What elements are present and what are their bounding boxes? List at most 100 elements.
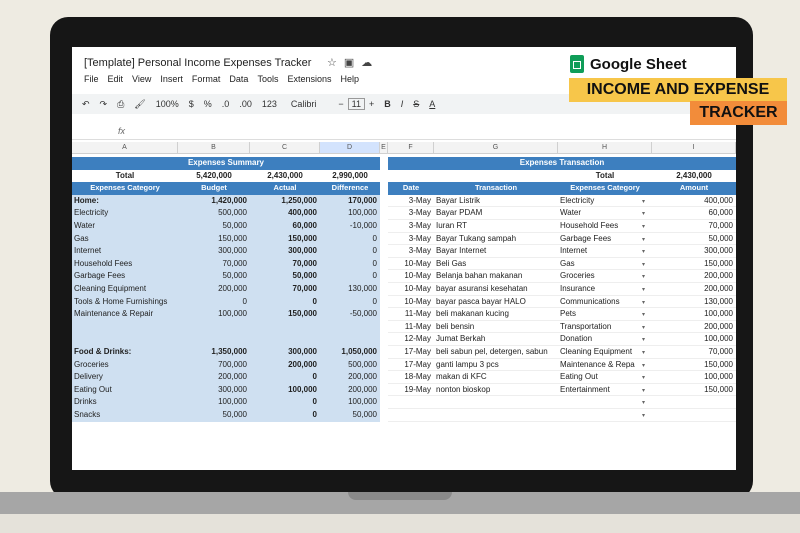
summary-category[interactable] bbox=[72, 333, 178, 346]
undo-icon[interactable]: ↶ bbox=[82, 99, 90, 110]
transaction-amount[interactable]: 130,000 bbox=[652, 296, 736, 309]
summary-actual[interactable]: 70,000 bbox=[250, 257, 320, 271]
transaction-category[interactable]: Entertainment bbox=[558, 384, 652, 397]
summary-actual[interactable]: 70,000 bbox=[250, 283, 320, 296]
transaction-name[interactable] bbox=[434, 396, 558, 409]
chevron-down-icon[interactable]: ▾ bbox=[642, 311, 645, 318]
transaction-date[interactable]: 11-May bbox=[388, 308, 434, 321]
summary-difference[interactable]: -50,000 bbox=[320, 308, 380, 321]
transaction-date[interactable]: 3-May bbox=[388, 220, 434, 233]
column-header-e[interactable]: E bbox=[380, 142, 388, 154]
summary-difference[interactable]: 200,000 bbox=[320, 383, 380, 397]
summary-actual[interactable]: 300,000 bbox=[250, 346, 320, 359]
transaction-amount[interactable]: 100,000 bbox=[652, 371, 736, 384]
summary-difference[interactable]: 0 bbox=[320, 295, 380, 309]
transaction-date[interactable]: 12-May bbox=[388, 333, 434, 346]
summary-budget[interactable]: 150,000 bbox=[178, 232, 250, 246]
summary-category[interactable]: Garbage Fees bbox=[72, 270, 178, 283]
transaction-date[interactable]: 10-May bbox=[388, 270, 434, 283]
chevron-down-icon[interactable]: ▾ bbox=[642, 336, 645, 343]
summary-budget[interactable]: 300,000 bbox=[178, 245, 250, 258]
transaction-date[interactable]: 10-May bbox=[388, 258, 434, 271]
transaction-name[interactable]: Bayar Internet bbox=[434, 245, 558, 258]
transaction-date[interactable]: 11-May bbox=[388, 321, 434, 334]
summary-category[interactable]: Food & Drinks: bbox=[72, 346, 178, 359]
zoom-select[interactable]: 100% bbox=[156, 99, 179, 109]
transaction-amount[interactable]: 400,000 bbox=[652, 195, 736, 208]
transaction-name[interactable]: makan di KFC bbox=[434, 371, 558, 384]
summary-budget[interactable]: 500,000 bbox=[178, 207, 250, 220]
transaction-amount[interactable]: 150,000 bbox=[652, 359, 736, 372]
chevron-down-icon[interactable]: ▾ bbox=[642, 399, 645, 406]
transaction-date[interactable] bbox=[388, 409, 434, 422]
transaction-category[interactable] bbox=[558, 396, 652, 409]
menu-format[interactable]: Format bbox=[192, 74, 221, 84]
menu-extensions[interactable]: Extensions bbox=[287, 74, 331, 84]
summary-budget[interactable]: 70,000 bbox=[178, 257, 250, 271]
chevron-down-icon[interactable]: ▾ bbox=[642, 248, 645, 255]
summary-difference[interactable] bbox=[320, 320, 380, 334]
transaction-name[interactable]: Iuran RT bbox=[434, 220, 558, 233]
summary-category[interactable]: Water bbox=[72, 220, 178, 233]
paint-format-icon[interactable]: 🖌 bbox=[134, 99, 145, 110]
summary-actual[interactable]: 400,000 bbox=[250, 207, 320, 220]
transaction-date[interactable]: 18-May bbox=[388, 371, 434, 384]
transaction-date[interactable]: 17-May bbox=[388, 346, 434, 359]
summary-budget[interactable]: 700,000 bbox=[178, 358, 250, 372]
transaction-name[interactable]: Bayar Listrik bbox=[434, 195, 558, 208]
summary-category[interactable]: Delivery bbox=[72, 371, 178, 384]
transaction-date[interactable]: 10-May bbox=[388, 296, 434, 309]
menu-view[interactable]: View bbox=[132, 74, 151, 84]
chevron-down-icon[interactable]: ▾ bbox=[642, 412, 645, 419]
transaction-date[interactable]: 17-May bbox=[388, 359, 434, 372]
summary-category[interactable]: Eating Out bbox=[72, 383, 178, 397]
transaction-category[interactable]: Eating Out bbox=[558, 371, 652, 384]
transaction-name[interactable]: beli makanan kucing bbox=[434, 308, 558, 321]
summary-actual[interactable]: 0 bbox=[250, 396, 320, 409]
transaction-date[interactable]: 3-May bbox=[388, 233, 434, 246]
transaction-amount[interactable]: 200,000 bbox=[652, 283, 736, 296]
summary-budget[interactable]: 1,350,000 bbox=[178, 346, 250, 359]
transaction-category[interactable]: Electricity bbox=[558, 195, 652, 208]
summary-budget[interactable]: 100,000 bbox=[178, 396, 250, 409]
summary-category[interactable]: Cleaning Equipment bbox=[72, 283, 178, 296]
chevron-down-icon[interactable]: ▾ bbox=[642, 299, 645, 306]
decrease-decimal-button[interactable]: .0 bbox=[222, 99, 230, 109]
summary-actual[interactable]: 0 bbox=[250, 295, 320, 309]
summary-budget[interactable]: 200,000 bbox=[178, 283, 250, 296]
summary-title[interactable]: Expenses Summary bbox=[72, 157, 380, 170]
summary-difference[interactable]: 200,000 bbox=[320, 371, 380, 384]
bold-button[interactable]: B bbox=[384, 99, 391, 109]
folder-icon[interactable]: ▣ bbox=[344, 57, 361, 69]
transaction-category[interactable]: Garbage Fees bbox=[558, 233, 652, 246]
summary-actual[interactable] bbox=[250, 333, 320, 346]
number-format-button[interactable]: 123 bbox=[262, 99, 277, 109]
column-header-f[interactable]: F bbox=[388, 142, 434, 154]
column-header-c[interactable]: C bbox=[250, 142, 320, 154]
summary-difference[interactable]: 0 bbox=[320, 245, 380, 258]
star-icon[interactable]: ☆ bbox=[327, 57, 344, 69]
transaction-name[interactable]: Jumat Berkah bbox=[434, 333, 558, 346]
cloud-icon[interactable]: ☁ bbox=[361, 57, 379, 69]
summary-difference[interactable]: 100,000 bbox=[320, 396, 380, 409]
transaction-amount[interactable]: 150,000 bbox=[652, 258, 736, 271]
menu-tools[interactable]: Tools bbox=[257, 74, 278, 84]
chevron-down-icon[interactable]: ▾ bbox=[642, 374, 645, 381]
chevron-down-icon[interactable]: ▾ bbox=[642, 236, 645, 243]
increase-decimal-button[interactable]: .00 bbox=[239, 99, 252, 109]
summary-budget[interactable]: 50,000 bbox=[178, 220, 250, 233]
transaction-amount[interactable]: 60,000 bbox=[652, 207, 736, 220]
summary-actual[interactable] bbox=[250, 320, 320, 334]
transaction-name[interactable] bbox=[434, 409, 558, 422]
chevron-down-icon[interactable]: ▾ bbox=[642, 324, 645, 331]
menu-help[interactable]: Help bbox=[340, 74, 359, 84]
transaction-name[interactable]: Beli Gas bbox=[434, 258, 558, 271]
chevron-down-icon[interactable]: ▾ bbox=[642, 273, 645, 280]
summary-difference[interactable]: -10,000 bbox=[320, 220, 380, 233]
transaction-category[interactable]: Transportation bbox=[558, 321, 652, 334]
transaction-name[interactable]: ganti lampu 3 pcs bbox=[434, 359, 558, 372]
transaction-category[interactable]: Gas bbox=[558, 258, 652, 271]
transaction-category[interactable] bbox=[558, 409, 652, 422]
menu-file[interactable]: File bbox=[84, 74, 99, 84]
summary-difference[interactable]: 1,050,000 bbox=[320, 346, 380, 359]
